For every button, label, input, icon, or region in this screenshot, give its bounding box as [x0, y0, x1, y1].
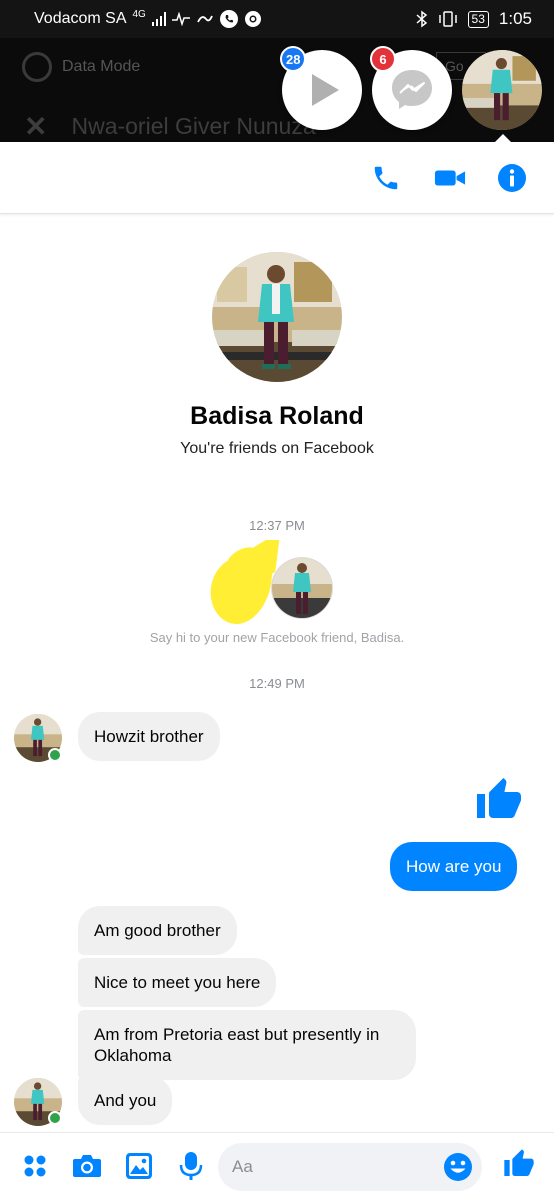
messenger-chat-head[interactable]: 6	[370, 46, 452, 130]
contact-chat-head[interactable]	[462, 50, 542, 130]
network-type: 4G	[132, 8, 146, 20]
vibrate-icon	[438, 11, 458, 27]
gallery-button[interactable]	[124, 1151, 154, 1181]
info-icon	[498, 164, 526, 192]
apps-icon	[24, 1155, 46, 1177]
background-conversation-header: ✕ Nwa-oriel Giver Nunuza	[24, 110, 316, 143]
apps-button[interactable]	[20, 1151, 50, 1181]
status-right: 53 1:05	[416, 9, 532, 29]
info-button[interactable]	[496, 162, 528, 194]
background-conversation-title: Nwa-oriel Giver Nunuza	[71, 113, 316, 139]
data-mode-indicator: Data Mode	[22, 52, 140, 82]
send-like-button[interactable]	[502, 1147, 536, 1181]
status-bar: Vodacom SA 4G 53 1:05	[0, 0, 554, 38]
carrier-group: Vodacom SA 4G	[34, 8, 262, 28]
camera-button[interactable]	[72, 1151, 102, 1181]
phone-icon	[374, 166, 398, 190]
contact-profile-picture[interactable]	[212, 252, 342, 382]
battery-indicator: 53	[467, 10, 489, 28]
data-mode-label: Data Mode	[62, 58, 141, 75]
microphone-icon	[179, 1152, 203, 1180]
video-call-button[interactable]	[434, 162, 466, 194]
say-hi-note: Say hi to your new Facebook friend, Badi…	[149, 630, 405, 645]
voice-call-button[interactable]	[370, 162, 402, 194]
close-icon: ✕	[24, 111, 48, 142]
phone-status-icon	[219, 10, 238, 28]
video-chat-head[interactable]: 28	[280, 46, 362, 130]
emoji-button[interactable]	[442, 1151, 474, 1183]
message-bubble-outgoing[interactable]: How are you	[390, 842, 518, 891]
video-camera-icon	[434, 170, 466, 186]
message-bubble[interactable]: Am from Pretoria east but presently in O…	[78, 1010, 416, 1080]
friend-photos	[210, 534, 333, 624]
message-bubble[interactable]: Howzit brother	[78, 712, 220, 761]
gallery-icon	[126, 1153, 152, 1179]
contact-photo	[212, 252, 342, 382]
chat-toolbar	[0, 142, 554, 214]
clock: 1:05	[498, 9, 532, 28]
carrier-name: Vodacom SA	[34, 10, 127, 27]
messenger-badge: 6	[370, 46, 396, 72]
message-bubble[interactable]: And you	[78, 1076, 173, 1125]
timestamp: 12:37 PM	[249, 518, 305, 533]
signal-icon	[151, 12, 166, 26]
antenna-icon	[22, 52, 52, 82]
link-icon	[196, 13, 214, 25]
message-composer	[0, 1132, 554, 1200]
online-indicator	[48, 1111, 62, 1125]
bluetooth-icon	[416, 10, 428, 28]
camera-icon	[73, 1155, 101, 1177]
message-input-box[interactable]	[218, 1143, 482, 1191]
message-bubble[interactable]: Nice to meet you here	[78, 958, 277, 1007]
like-sticker[interactable]	[474, 776, 524, 829]
activity-icon	[171, 12, 190, 26]
wave-pictures	[210, 534, 340, 640]
message-input[interactable]	[232, 1153, 432, 1181]
contact-name: Badisa Roland	[190, 402, 364, 430]
emoji-icon	[444, 1153, 472, 1181]
friendship-status: You're friends on Facebook	[180, 440, 374, 457]
online-indicator	[48, 748, 62, 762]
like-icon	[504, 1149, 534, 1176]
message-bubble[interactable]: Am good brother	[78, 906, 237, 955]
thumbs-up-icon	[477, 778, 521, 818]
voice-message-button[interactable]	[176, 1151, 206, 1181]
chrome-icon	[244, 10, 262, 28]
contact-photo	[462, 50, 542, 130]
timestamp: 12:49 PM	[249, 676, 305, 691]
